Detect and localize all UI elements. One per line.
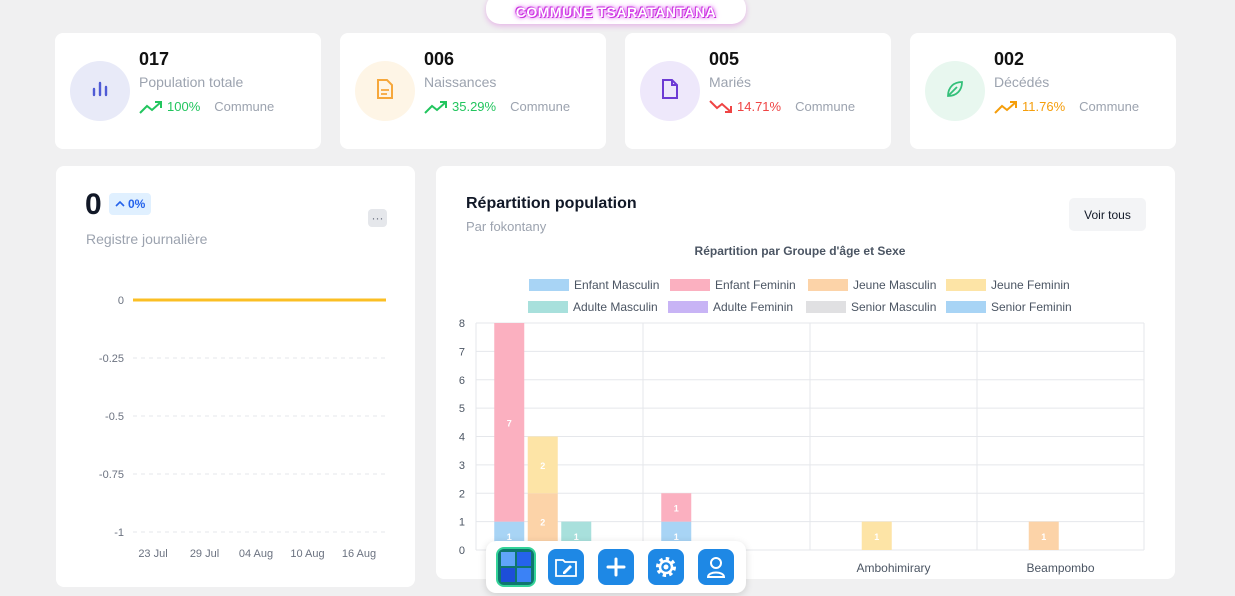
trend-up-icon <box>994 100 1017 114</box>
gear-icon[interactable] <box>648 549 684 585</box>
population-distribution-card: Répartition population Par fokontany Voi… <box>436 166 1175 579</box>
file-icon-badge <box>640 61 700 121</box>
y-tick-label: 2 <box>459 488 465 500</box>
legend-label[interactable]: Enfant Masculin <box>574 278 659 292</box>
daily-register-card: 0 0% ··· Registre journalière 0 -0.25 -0.5… <box>56 166 415 587</box>
stat-percent: 35.29% <box>452 99 497 114</box>
legend-swatch[interactable] <box>946 279 986 291</box>
stat-number: 017 <box>139 49 170 69</box>
legend-swatch[interactable] <box>668 301 708 313</box>
x-tick-label: 29 Jul <box>190 548 219 560</box>
stat-scope: Commune <box>795 99 856 114</box>
bar-chart-icon <box>90 79 110 104</box>
app-dock <box>486 541 746 593</box>
y-tick-label: -0.25 <box>99 353 124 365</box>
legend-label[interactable]: Adulte Feminin <box>713 300 793 314</box>
stat-percent: 11.76% <box>1022 99 1066 114</box>
commune-banner: COMMUNE TSARATANTANA <box>486 0 746 24</box>
stat-label: Naissances <box>424 74 497 90</box>
stat-label: Population totale <box>139 74 244 90</box>
legend-label[interactable]: Senior Feminin <box>991 300 1072 314</box>
y-tick-label: 3 <box>459 460 465 472</box>
stat-card-3: 002 Décédés 11.76% Commune <box>910 33 1176 149</box>
bar-value-label: 7 <box>507 418 512 428</box>
feather-icon-badge <box>925 61 985 121</box>
bar-value-label: 1 <box>674 503 679 513</box>
x-tick-label: 04 Aug <box>239 548 273 560</box>
feather-icon <box>944 78 966 105</box>
bar-value-label: 2 <box>540 461 545 471</box>
document-icon-badge <box>355 61 415 121</box>
x-category-label: Beampombo <box>1026 561 1094 575</box>
x-tick-label: 23 Jul <box>138 548 167 560</box>
y-tick-label: 1 <box>459 517 465 529</box>
stat-number: 005 <box>709 49 740 69</box>
x-tick-label: 16 Aug <box>342 548 376 560</box>
trend-up-icon <box>139 100 162 114</box>
stat-card-0: 017 Population totale 100% Commune <box>55 33 321 149</box>
stat-scope: Commune <box>1079 99 1140 114</box>
stat-number: 002 <box>994 49 1025 69</box>
bar-value-label: 1 <box>874 532 879 542</box>
stat-label: Mariés <box>709 74 752 90</box>
y-tick-label: 0 <box>118 295 124 307</box>
y-tick-label: -1 <box>114 527 124 539</box>
legend-label[interactable]: Jeune Masculin <box>853 278 936 292</box>
y-tick-label: -0.75 <box>99 469 124 481</box>
chart-title: Répartition par Groupe d'âge et Sexe <box>695 244 906 258</box>
stat-percent: 14.71% <box>737 99 782 114</box>
stat-scope: Commune <box>214 99 275 114</box>
legend-label[interactable]: Enfant Feminin <box>715 278 796 292</box>
trend-up-icon <box>424 100 447 114</box>
bar-value-label: 1 <box>1041 532 1046 542</box>
stat-number: 006 <box>424 49 455 69</box>
legend-label[interactable]: Jeune Feminin <box>991 278 1070 292</box>
file-icon <box>660 78 680 105</box>
folder-edit-icon[interactable] <box>548 549 584 585</box>
legend-label[interactable]: Adulte Masculin <box>573 300 658 314</box>
y-tick-label: 6 <box>459 375 465 387</box>
bar-chart-icon-badge <box>70 61 130 121</box>
user-icon[interactable] <box>698 549 734 585</box>
plus-icon[interactable] <box>598 549 634 585</box>
legend-swatch[interactable] <box>529 279 569 291</box>
age-sex-bar-chart: Répartition par Groupe d'âge et Sexe Enfa… <box>459 244 1145 575</box>
y-tick-label: 8 <box>459 318 465 330</box>
bar-value-label: 2 <box>540 518 545 528</box>
stat-trend: 100% Commune <box>139 99 274 114</box>
stat-card-2: 005 Mariés 14.71% Commune <box>625 33 891 149</box>
commune-title: COMMUNE TSARATANTANA <box>515 4 717 20</box>
stat-card-1: 006 Naissances 35.29% Commune <box>340 33 606 149</box>
y-tick-label: -0.5 <box>105 411 124 423</box>
stat-scope: Commune <box>510 99 571 114</box>
stat-trend: 11.76% Commune <box>994 99 1139 114</box>
daily-line-chart: 0 -0.25 -0.5 -0.75 -1 23 Jul 29 Jul 04 Aug 10 Au… <box>99 295 386 560</box>
legend-label[interactable]: Senior Masculin <box>851 300 936 314</box>
y-tick-label: 5 <box>459 403 465 415</box>
stat-trend: 14.71% Commune <box>709 99 855 114</box>
y-tick-label: 0 <box>459 545 465 557</box>
x-tick-label: 10 Aug <box>290 548 324 560</box>
stat-percent: 100% <box>167 99 201 114</box>
grid-app-icon[interactable] <box>496 547 536 587</box>
stat-trend: 35.29% Commune <box>424 99 570 114</box>
y-tick-label: 7 <box>459 346 465 358</box>
legend-swatch[interactable] <box>946 301 986 313</box>
trend-down-icon <box>709 99 732 113</box>
y-tick-label: 4 <box>459 432 465 444</box>
legend-swatch[interactable] <box>806 301 846 313</box>
legend-swatch[interactable] <box>808 279 848 291</box>
x-category-label: Ambohimirary <box>856 561 930 575</box>
stat-label: Décédés <box>994 74 1050 90</box>
legend-swatch[interactable] <box>528 301 568 313</box>
document-icon <box>375 78 395 105</box>
legend-swatch[interactable] <box>670 279 710 291</box>
